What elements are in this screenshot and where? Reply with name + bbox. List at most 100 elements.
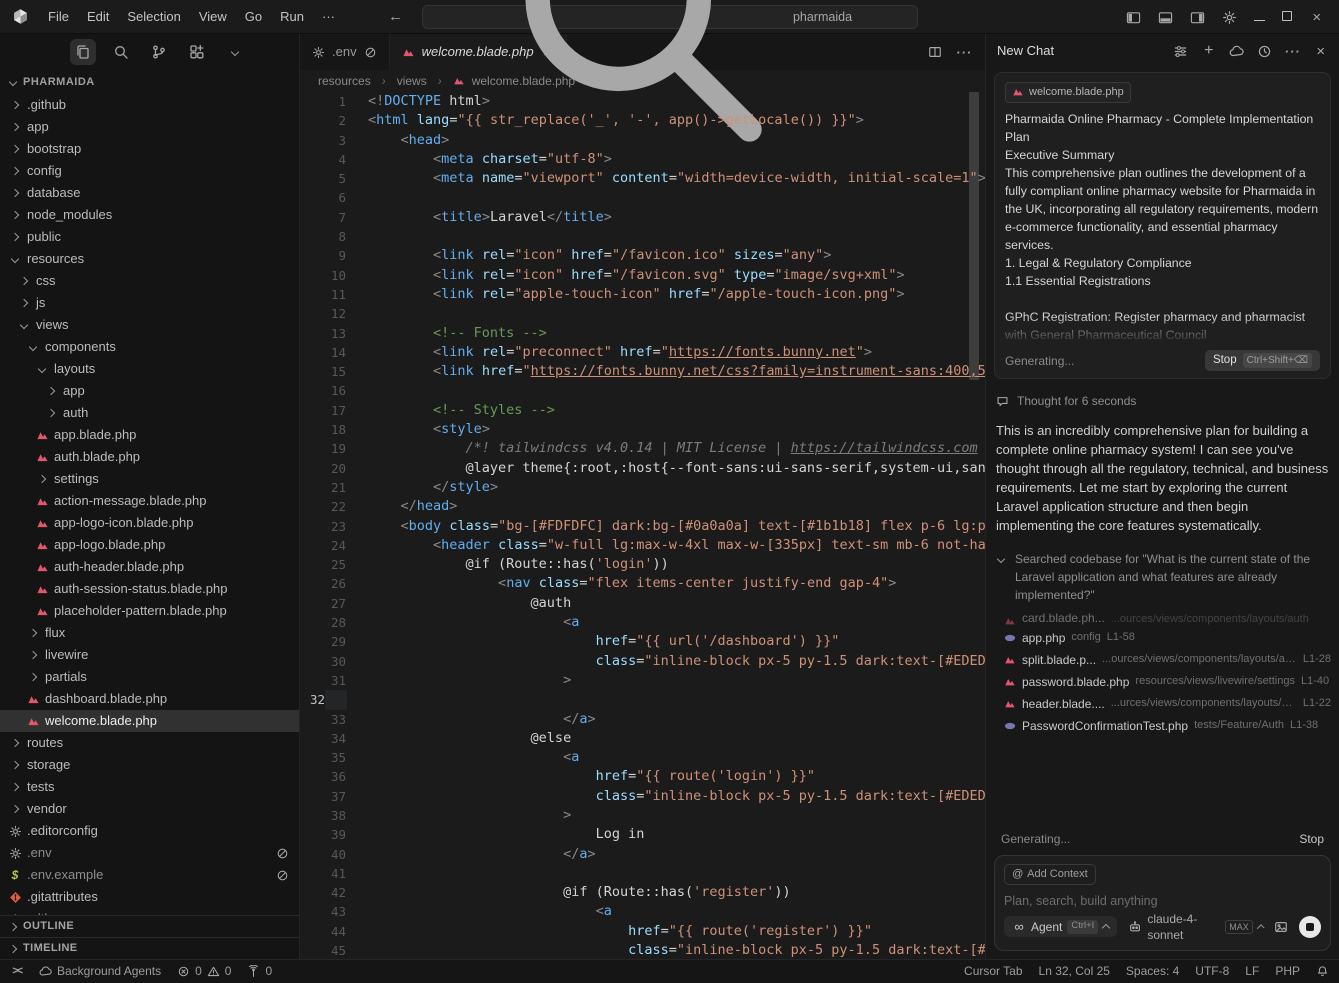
back-icon[interactable]: ← xyxy=(388,9,403,24)
code-line-44[interactable]: 44 href="{{ route('register') }}" xyxy=(300,922,985,941)
menu-edit[interactable]: Edit xyxy=(78,6,118,27)
tree-file-auth-header.blade.php[interactable]: auth-header.blade.php xyxy=(0,556,299,578)
tree-folder-database[interactable]: database xyxy=(0,182,299,204)
sliders-icon[interactable] xyxy=(1173,44,1188,59)
history-icon[interactable] xyxy=(1257,44,1272,59)
code-line-41[interactable]: 41 xyxy=(300,864,985,883)
tree-file-.env.example[interactable]: $.env.example xyxy=(0,864,299,886)
code-line-42[interactable]: 42 @if (Route::has('register')) xyxy=(300,883,985,902)
extensions-view-button[interactable] xyxy=(184,39,210,65)
code-line-1[interactable]: 1<!DOCTYPE html> xyxy=(300,92,985,111)
tree-folder-public[interactable]: public xyxy=(0,226,299,248)
code-line-12[interactable]: 12 xyxy=(300,304,985,323)
code-line-36[interactable]: 36 href="{{ route('login') }}" xyxy=(300,767,985,786)
ports-indicator[interactable]: 0 xyxy=(247,963,272,979)
problems-indicator[interactable]: 0 0 xyxy=(177,963,231,979)
tree-folder-layouts[interactable]: layouts xyxy=(0,358,299,380)
tree-file-.gitignore[interactable]: .gitignore xyxy=(0,908,299,915)
plus-icon[interactable]: + xyxy=(1201,44,1216,59)
menu-run[interactable]: Run xyxy=(271,6,313,27)
code-line-3[interactable]: 3 <head> xyxy=(300,131,985,150)
code-line-45[interactable]: 45 class="inline-block px-5 py-1.5 dark:… xyxy=(300,941,985,959)
more-icon[interactable]: ··· xyxy=(1285,44,1300,59)
code-line-27[interactable]: 27 @auth xyxy=(300,594,985,613)
cursor-position[interactable]: Ln 32, Col 25 xyxy=(1039,963,1110,979)
encoding-setting[interactable]: UTF-8 xyxy=(1195,963,1229,979)
tree-folder-flux[interactable]: flux xyxy=(0,622,299,644)
agent-mode-selector[interactable]: ∞ Agent Ctrl+I xyxy=(1004,916,1117,937)
code-line-5[interactable]: 5 <meta name="viewport" content="width=d… xyxy=(300,169,985,188)
project-header[interactable]: PHARMAIDA xyxy=(0,70,299,94)
tab-env[interactable]: .env xyxy=(300,34,390,70)
split-editor-icon[interactable] xyxy=(928,45,942,59)
panel-bottom-icon[interactable] xyxy=(1158,10,1173,25)
code-line-15[interactable]: 15 <link href="https://fonts.bunny.net/c… xyxy=(300,362,985,381)
image-icon[interactable] xyxy=(1274,920,1288,934)
tree-folder-config[interactable]: config xyxy=(0,160,299,182)
code-line-14[interactable]: 14 <link rel="preconnect" href="https://… xyxy=(300,343,985,362)
minimize-button[interactable] xyxy=(1254,8,1265,26)
tree-file-.editorconfig[interactable]: .editorconfig xyxy=(0,820,299,842)
file-result-row[interactable]: PasswordConfirmationTest.phptests/Featur… xyxy=(1004,715,1331,737)
code-line-43[interactable]: 43 <a xyxy=(300,902,985,921)
menu-more[interactable]: ··· xyxy=(313,6,344,27)
stop-button-bottom[interactable]: Stop xyxy=(1299,831,1324,847)
more-views-button[interactable] xyxy=(222,39,248,65)
cursor-tab-toggle[interactable]: Cursor Tab xyxy=(964,963,1022,979)
timeline-section[interactable]: TIMELINE xyxy=(0,937,299,959)
menu-view[interactable]: View xyxy=(190,6,236,27)
outline-section[interactable]: OUTLINE xyxy=(0,915,299,937)
tree-file-app.blade.php[interactable]: app.blade.php xyxy=(0,424,299,446)
tree-folder-js[interactable]: js xyxy=(0,292,299,314)
tree-file-.env[interactable]: .env xyxy=(0,842,299,864)
file-result-row[interactable]: split.blade.p......ources/views/componen… xyxy=(1004,649,1331,671)
tree-folder-partials[interactable]: partials xyxy=(0,666,299,688)
code-line-13[interactable]: 13 <!-- Fonts --> xyxy=(300,324,985,343)
code-line-37[interactable]: 37 class="inline-block px-5 py-1.5 dark:… xyxy=(300,787,985,806)
notifications-bell[interactable] xyxy=(1316,965,1329,978)
tree-file-placeholder-pattern.blade.php[interactable]: placeholder-pattern.blade.php xyxy=(0,600,299,622)
context-file-chip[interactable]: welcome.blade.php xyxy=(1005,82,1131,103)
code-line-40[interactable]: 40 </a> xyxy=(300,845,985,864)
code-line-25[interactable]: 25 @if (Route::has('login')) xyxy=(300,555,985,574)
tree-file-auth.blade.php[interactable]: auth.blade.php xyxy=(0,446,299,468)
stop-button[interactable]: Stop Ctrl+Shift+⌫ xyxy=(1205,350,1320,372)
file-result-row[interactable]: app.phpconfigL1-58 xyxy=(1004,627,1331,649)
tree-folder-css[interactable]: css xyxy=(0,270,299,292)
tree-folder-livewire[interactable]: livewire xyxy=(0,644,299,666)
code-line-35[interactable]: 35 <a xyxy=(300,748,985,767)
menu-file[interactable]: File xyxy=(39,6,78,27)
tree-folder-resources[interactable]: resources xyxy=(0,248,299,270)
tree-file-.gitattributes[interactable]: .gitattributes xyxy=(0,886,299,908)
add-context-chip[interactable]: @ Add Context xyxy=(1004,864,1096,885)
code-line-11[interactable]: 11 <link rel="apple-touch-icon" href="/a… xyxy=(300,285,985,304)
file-result-row[interactable]: password.blade.phpresources/views/livewi… xyxy=(1004,671,1331,693)
tree-folder-settings[interactable]: settings xyxy=(0,468,299,490)
source-control-view-button[interactable] xyxy=(146,39,172,65)
language-mode[interactable]: PHP xyxy=(1275,963,1300,979)
code-line-10[interactable]: 10 <link rel="icon" href="/favicon.svg" … xyxy=(300,266,985,285)
code-line-8[interactable]: 8 xyxy=(300,227,985,246)
search-view-button[interactable] xyxy=(108,39,134,65)
tree-file-app-logo-icon.blade.php[interactable]: app-logo-icon.blade.php xyxy=(0,512,299,534)
tree-folder-vendor[interactable]: vendor xyxy=(0,798,299,820)
code-line-34[interactable]: 34 @else xyxy=(300,729,985,748)
file-result-row[interactable]: card.blade.ph......ources/views/componen… xyxy=(1004,613,1331,627)
code-line-17[interactable]: 17 <!-- Styles --> xyxy=(300,401,985,420)
tree-folder-views[interactable]: views xyxy=(0,314,299,336)
code-line-22[interactable]: 22 </head> xyxy=(300,497,985,516)
code-line-38[interactable]: 38 > xyxy=(300,806,985,825)
code-line-18[interactable]: 18 <style> xyxy=(300,420,985,439)
code-line-19[interactable]: 19 /*! tailwindcss v4.0.14 | MIT License… xyxy=(300,439,985,458)
code-line-32[interactable]: 32 Dashboard xyxy=(300,690,326,709)
tree-folder-routes[interactable]: routes xyxy=(0,732,299,754)
stop-generation-button[interactable] xyxy=(1299,916,1321,938)
code-line-23[interactable]: 23 <body class="bg-[#FDFDFC] dark:bg-[#0… xyxy=(300,517,985,536)
tree-folder-node_modules[interactable]: node_modules xyxy=(0,204,299,226)
close-icon[interactable]: × xyxy=(1313,44,1328,59)
tree-folder-tests[interactable]: tests xyxy=(0,776,299,798)
code-line-4[interactable]: 4 <meta charset="utf-8"> xyxy=(300,150,985,169)
code-line-9[interactable]: 9 <link rel="icon" href="/favicon.ico" s… xyxy=(300,246,985,265)
gear-icon[interactable] xyxy=(1222,10,1237,25)
code-line-16[interactable]: 16 xyxy=(300,381,985,400)
